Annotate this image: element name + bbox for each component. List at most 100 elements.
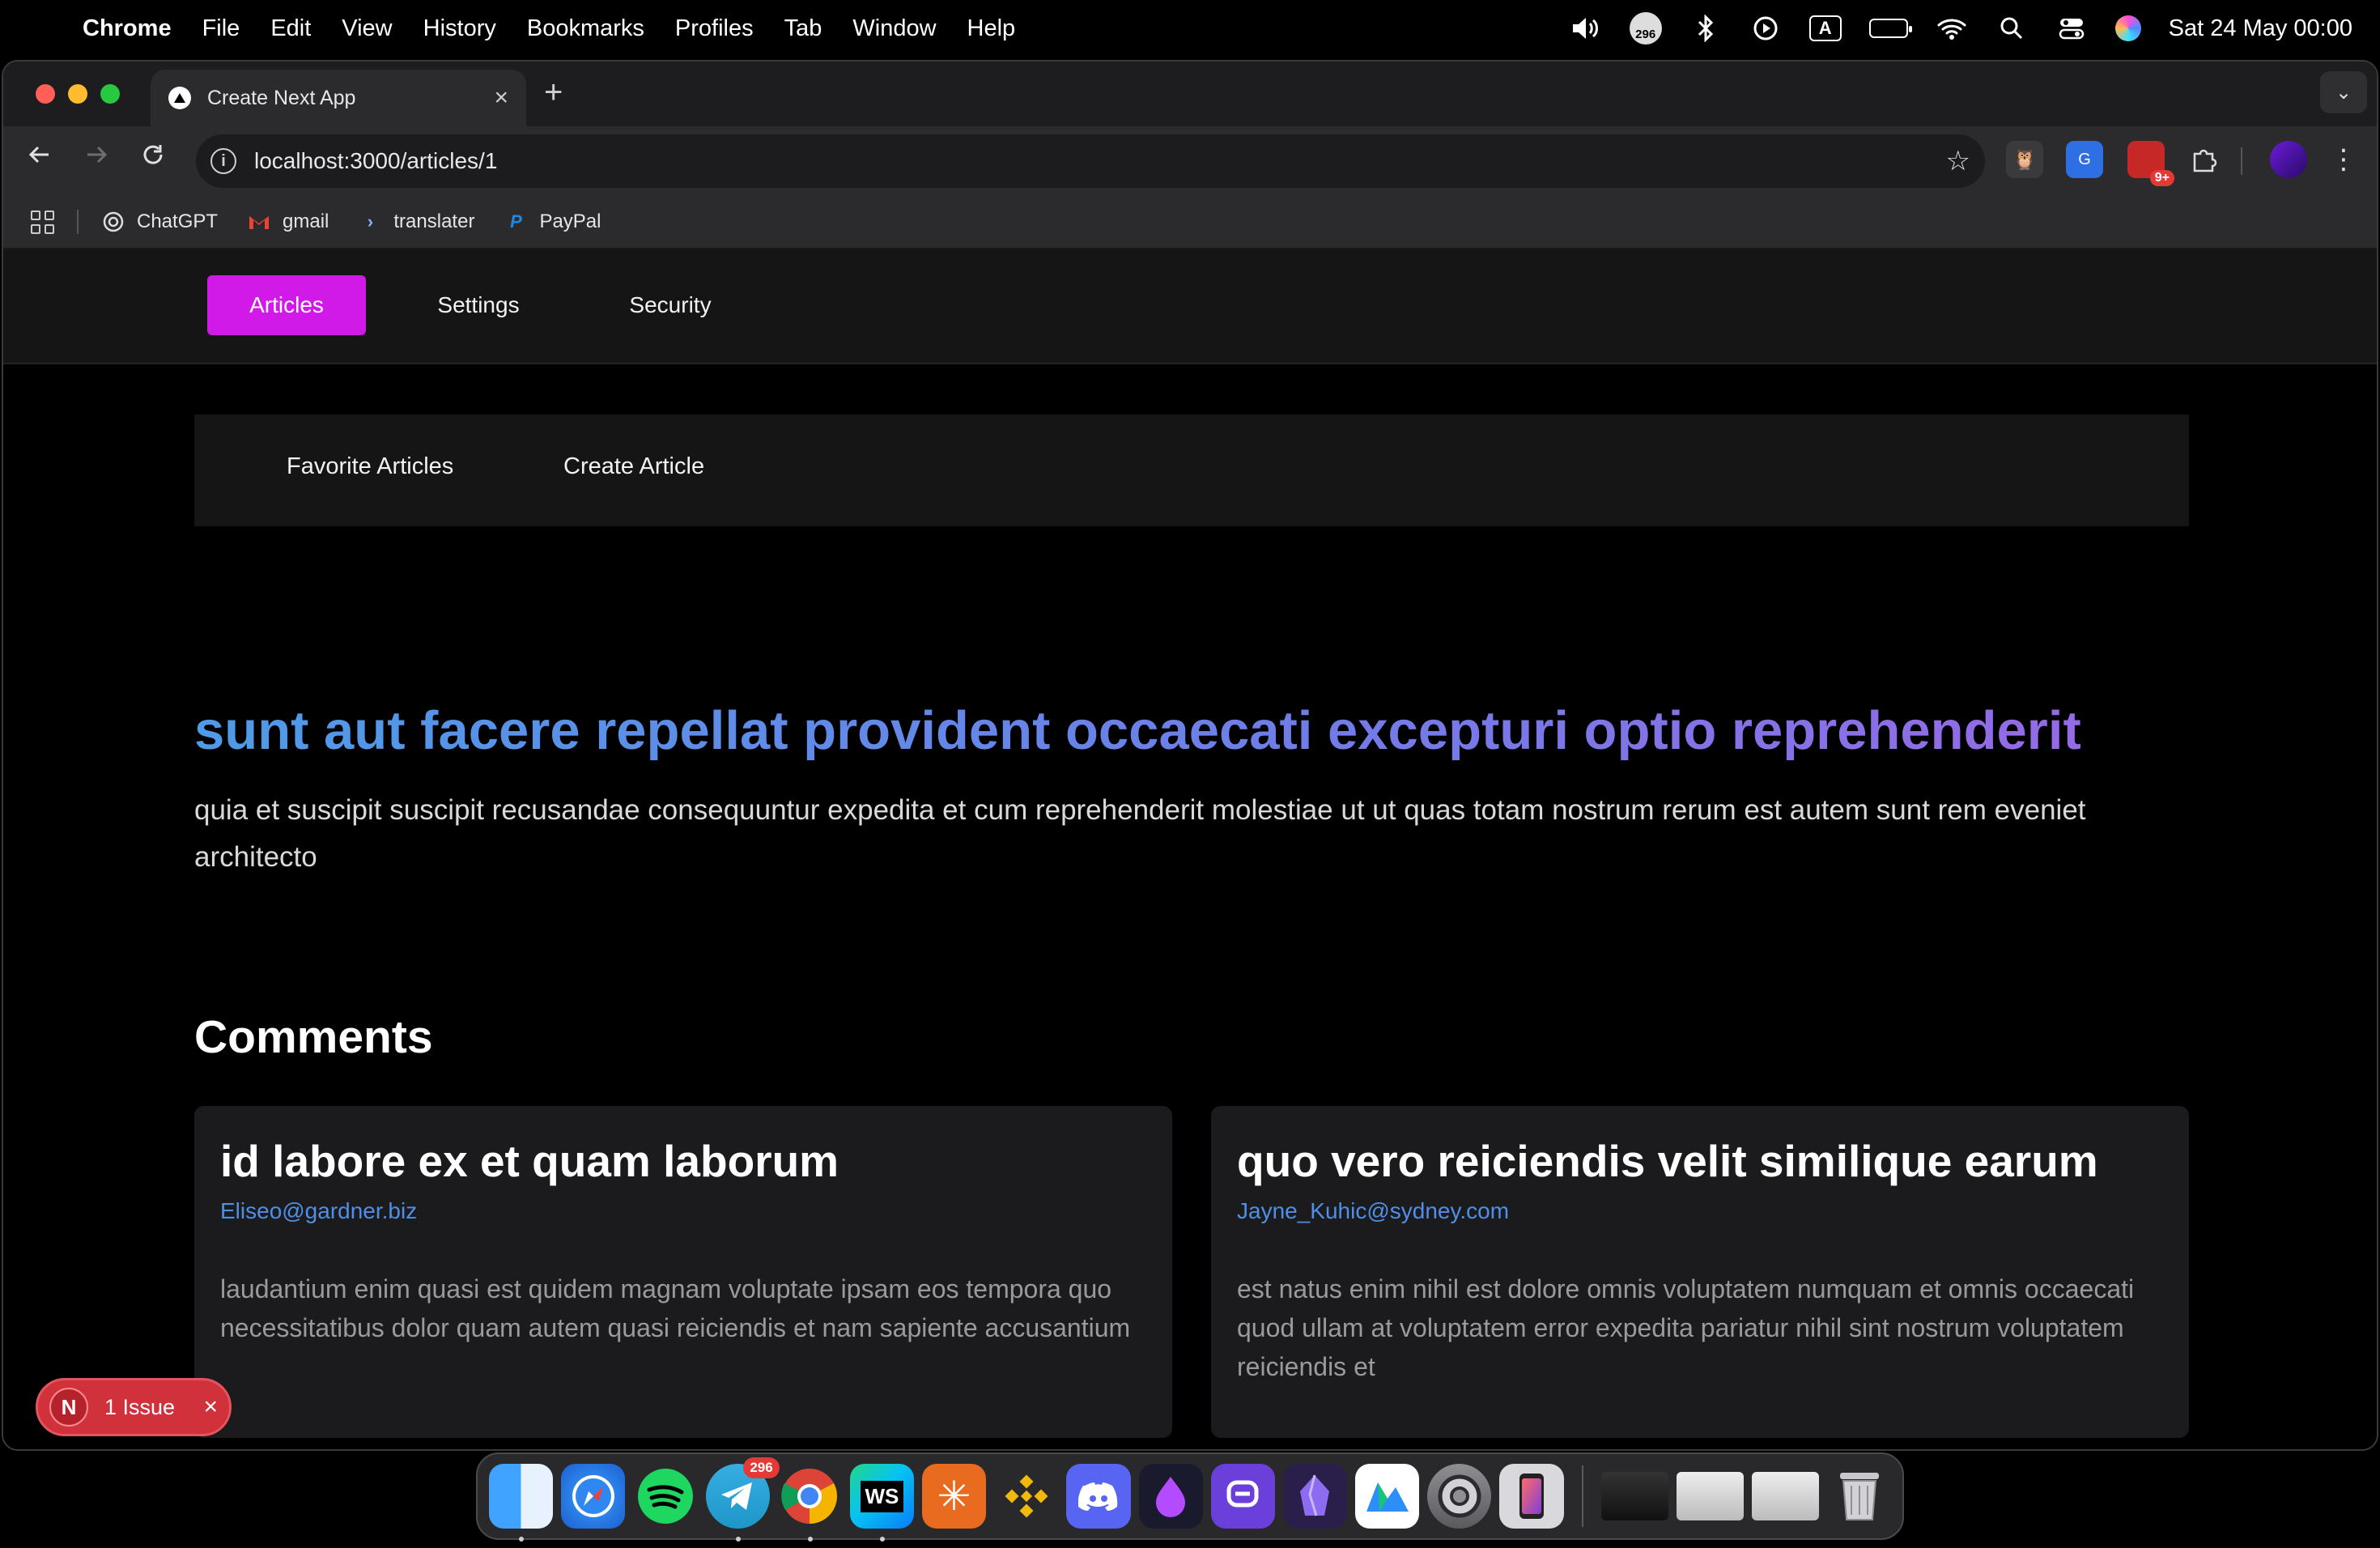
- comments-heading: Comments: [194, 1011, 433, 1063]
- menu-file[interactable]: File: [202, 15, 240, 42]
- chrome-icon[interactable]: [778, 1464, 842, 1542]
- menubar-clock[interactable]: Sat 24 May 00:00: [2169, 15, 2352, 42]
- menu-profiles[interactable]: Profiles: [675, 15, 754, 42]
- gmail-icon: [247, 210, 271, 234]
- bookmark-label: PayPal: [539, 211, 601, 232]
- comment-body: laudantium enim quasi est quidem magnam …: [220, 1274, 1131, 1342]
- address-bar[interactable]: i localhost:3000/articles/1 ☆: [196, 134, 1985, 188]
- menu-view[interactable]: View: [342, 15, 392, 42]
- comment-email-link[interactable]: Eliseo@gardner.biz: [220, 1198, 417, 1224]
- safari-icon[interactable]: [561, 1464, 626, 1529]
- menu-bookmarks[interactable]: Bookmarks: [527, 15, 644, 42]
- finder-icon[interactable]: [489, 1464, 554, 1542]
- webstorm-label: WS: [860, 1480, 904, 1512]
- iphone-mirroring-icon[interactable]: [1499, 1464, 1564, 1529]
- minimized-window-thumbnail[interactable]: [1600, 1472, 1668, 1520]
- bookmark-label: ChatGPT: [137, 211, 219, 232]
- articles-subnav: Favorite Articles Create Article: [194, 415, 2189, 526]
- url-text[interactable]: localhost:3000/articles/1: [254, 148, 497, 174]
- obsidian-icon[interactable]: [1282, 1464, 1348, 1529]
- status-count-icon[interactable]: 296: [1629, 12, 1662, 45]
- play-circle-icon[interactable]: [1749, 12, 1782, 45]
- bookmark-gmail[interactable]: gmail: [247, 210, 329, 234]
- bookmarks-divider: [77, 210, 79, 234]
- new-tab-button[interactable]: +: [544, 74, 563, 111]
- minimized-window-thumbnail[interactable]: [1676, 1472, 1744, 1520]
- menu-edit[interactable]: Edit: [270, 15, 311, 42]
- menu-app-name[interactable]: Chrome: [83, 15, 172, 42]
- comment-name: quo vero reiciendis velit similique earu…: [1237, 1136, 2098, 1186]
- bluetooth-icon[interactable]: [1689, 12, 1722, 45]
- macos-dock: 296 WS ✳: [476, 1452, 1904, 1542]
- comment-body: est natus enim nihil est dolore omnis vo…: [1237, 1274, 2135, 1381]
- reload-icon[interactable]: [141, 142, 165, 174]
- menu-window[interactable]: Window: [852, 15, 936, 42]
- zoom-window-button[interactable]: [100, 84, 120, 104]
- issue-count-label[interactable]: 1 Issue: [104, 1395, 175, 1420]
- status-count-badge: 296: [1635, 28, 1656, 41]
- arc-like-app-icon[interactable]: [1138, 1464, 1203, 1529]
- nextjs-issues-indicator[interactable]: N 1 Issue ×: [36, 1378, 232, 1436]
- binance-icon[interactable]: [994, 1464, 1058, 1529]
- close-tab-icon[interactable]: ×: [494, 84, 508, 112]
- volume-icon[interactable]: [1570, 12, 1602, 45]
- nav-security-link[interactable]: Security: [602, 275, 738, 335]
- create-article-link[interactable]: Create Article: [563, 453, 704, 480]
- profile-avatar[interactable]: [2270, 141, 2307, 178]
- chat-app-icon[interactable]: [1210, 1464, 1275, 1529]
- browser-menu-kebab-icon[interactable]: ⋮: [2325, 141, 2362, 178]
- nav-settings-link[interactable]: Settings: [414, 275, 542, 335]
- menu-history[interactable]: History: [423, 15, 496, 42]
- close-window-button[interactable]: [36, 84, 55, 104]
- bookmark-translater[interactable]: › translater: [358, 210, 475, 234]
- extension-owl-icon[interactable]: 🦉: [2006, 141, 2043, 178]
- comment-card: id labore ex et quam laborum Eliseo@gard…: [194, 1106, 1172, 1438]
- tab-strip: Create Next App × + ⌄: [3, 62, 2377, 126]
- browser-window: Create Next App × + ⌄ i localhost:3000/a…: [2, 60, 2378, 1451]
- minimize-window-button[interactable]: [68, 84, 87, 104]
- extensions-puzzle-icon[interactable]: [2186, 141, 2223, 178]
- forward-arrow-icon[interactable]: [84, 142, 108, 174]
- system-settings-gear-icon[interactable]: [1427, 1464, 1492, 1529]
- main-navigation: Articles Settings Security: [3, 249, 2377, 364]
- control-center-icon[interactable]: [2055, 12, 2088, 45]
- bookmark-paypal[interactable]: P PayPal: [504, 210, 601, 234]
- discord-icon[interactable]: [1066, 1464, 1131, 1529]
- dismiss-issues-icon[interactable]: ×: [203, 1393, 218, 1421]
- spotify-icon[interactable]: [633, 1464, 697, 1529]
- siri-icon[interactable]: [2114, 15, 2141, 41]
- telegram-badge: 296: [743, 1457, 780, 1478]
- trash-icon[interactable]: [1827, 1464, 1891, 1529]
- cursor-like-app-icon[interactable]: [1355, 1464, 1420, 1529]
- article-title: sunt aut facere repellat provident occae…: [194, 700, 2189, 762]
- spotlight-search-icon[interactable]: [1995, 12, 2028, 45]
- telegram-icon[interactable]: 296: [705, 1457, 780, 1542]
- webstorm-icon[interactable]: WS: [849, 1464, 915, 1542]
- menu-help[interactable]: Help: [967, 15, 1016, 42]
- apps-grid-icon[interactable]: [31, 210, 54, 234]
- back-arrow-icon[interactable]: [28, 142, 52, 174]
- extension-gift-icon[interactable]: 9+: [2127, 141, 2174, 186]
- google-translate-extension-icon[interactable]: G: [2066, 141, 2103, 178]
- site-info-icon[interactable]: i: [210, 148, 236, 174]
- chatgpt-icon: [101, 210, 125, 234]
- tab-search-chevron-icon[interactable]: ⌄: [2320, 71, 2367, 113]
- bookmarks-bar: ChatGPT gmail › translater P PayPal: [3, 196, 2377, 249]
- input-source-icon[interactable]: A: [1808, 15, 1842, 41]
- favorite-articles-link[interactable]: Favorite Articles: [287, 453, 453, 480]
- nav-articles-link[interactable]: Articles: [207, 275, 366, 335]
- wifi-icon[interactable]: [1936, 12, 1968, 45]
- nextjs-logo-icon: N: [49, 1388, 88, 1427]
- battery-icon[interactable]: [1868, 19, 1912, 38]
- bookmark-label: gmail: [283, 211, 329, 232]
- browser-tab-active[interactable]: Create Next App ×: [151, 70, 526, 126]
- bookmark-label: translater: [393, 211, 475, 232]
- paypal-icon: P: [510, 211, 522, 232]
- comment-email-link[interactable]: Jayne_Kuhic@sydney.com: [1237, 1198, 1509, 1224]
- bookmark-star-icon[interactable]: ☆: [1946, 145, 1970, 177]
- comment-card: quo vero reiciendis velit similique earu…: [1211, 1106, 2189, 1438]
- menu-tab[interactable]: Tab: [784, 15, 822, 42]
- asterisk-app-icon[interactable]: ✳: [922, 1464, 987, 1529]
- minimized-window-thumbnail[interactable]: [1751, 1472, 1819, 1520]
- bookmark-chatgpt[interactable]: ChatGPT: [101, 210, 218, 234]
